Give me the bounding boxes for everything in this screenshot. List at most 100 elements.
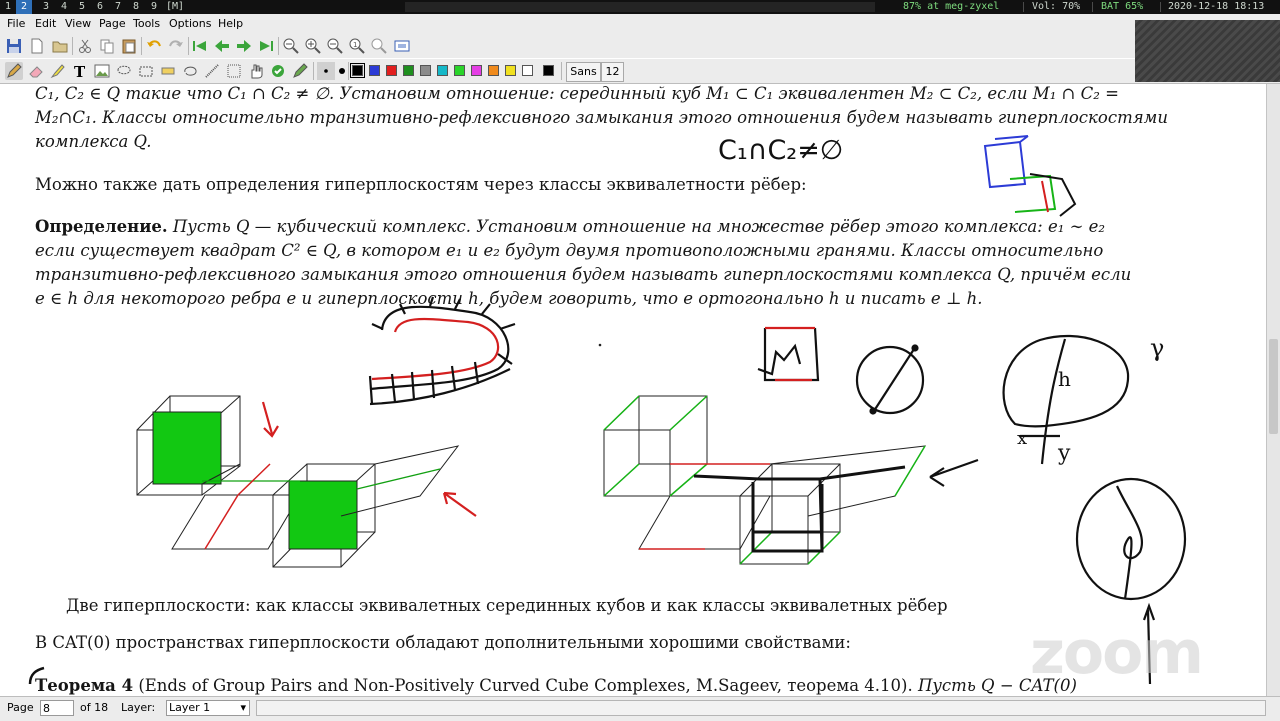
hand-tool-icon[interactable] <box>247 62 265 80</box>
toolbar-separator <box>313 62 314 80</box>
toolbar-separator <box>278 37 279 55</box>
color-swatch-red[interactable] <box>386 65 397 76</box>
image-tool-icon[interactable] <box>93 62 111 80</box>
red-hyperplane-line <box>204 494 239 550</box>
color-swatch-orange[interactable] <box>488 65 499 76</box>
document-canvas[interactable]: C₁, C₂ ∈ Q такие что C₁ ∩ C₂ ≠ ∅. Устано… <box>0 84 1266 696</box>
color-swatch-green[interactable] <box>403 65 414 76</box>
eraser-icon[interactable] <box>27 62 45 80</box>
zoom-fit-width-icon[interactable] <box>326 37 344 55</box>
main-toolbar: 1 <box>0 34 1280 58</box>
bottom-status-bar: Page 8 of 18 Layer: Layer 1 ▾ <box>0 696 1280 721</box>
black-arrow-left <box>929 458 979 487</box>
toolbar-separator <box>188 37 189 55</box>
toolbar-separator <box>348 62 349 80</box>
volume-indicator: Vol: 70% <box>1032 1 1081 12</box>
color-swatch-black[interactable] <box>350 63 365 78</box>
zoom-normal-icon[interactable]: 1 <box>348 37 366 55</box>
workspace-7[interactable]: 7 <box>110 0 126 14</box>
layer-select[interactable]: Layer 1 ▾ <box>166 700 250 716</box>
color-swatch-white[interactable] <box>522 65 533 76</box>
default-pen-icon[interactable] <box>269 62 287 80</box>
menu-options[interactable]: Options <box>167 14 213 34</box>
status-separator <box>1160 2 1161 12</box>
workspace-3[interactable]: 3 <box>38 0 54 14</box>
copy-icon[interactable] <box>98 37 116 55</box>
page-count-label: of 18 <box>80 701 109 714</box>
status-message-area <box>256 700 1266 716</box>
lasso-icon[interactable] <box>181 62 199 80</box>
figure-caption: Две гиперплоскости: как классы эквивалет… <box>66 596 948 615</box>
workspace-2[interactable]: 2 <box>16 0 32 14</box>
menu-file[interactable]: File <box>5 14 27 34</box>
handwritten-formula: C₁∩C₂≠∅ <box>718 135 843 166</box>
workspace-1[interactable]: 1 <box>0 0 16 14</box>
menu-help[interactable]: Help <box>216 14 245 34</box>
first-page-icon[interactable] <box>191 37 209 55</box>
menu-tools[interactable]: Tools <box>131 14 162 34</box>
color-swatch-yellow[interactable] <box>505 65 516 76</box>
menu-edit[interactable]: Edit <box>33 14 58 34</box>
fullscreen-icon[interactable] <box>393 37 411 55</box>
color-swatch-gray[interactable] <box>420 65 431 76</box>
small-cube-sketch <box>983 135 1077 217</box>
workspace-9[interactable]: 9 <box>146 0 162 14</box>
theorem-label: Теорема 4 <box>35 676 134 695</box>
color-swatch-magenta[interactable] <box>471 65 482 76</box>
green-edge-class <box>603 395 708 497</box>
text-tool-icon[interactable]: T <box>71 62 89 80</box>
open-folder-icon[interactable] <box>51 37 69 55</box>
previous-page-icon[interactable] <box>213 37 231 55</box>
redo-icon[interactable] <box>167 37 185 55</box>
chevron-down-icon: ▾ <box>240 701 246 714</box>
svg-text:1: 1 <box>353 41 357 49</box>
label-h: h <box>1058 367 1071 391</box>
workspace-4[interactable]: 4 <box>56 0 72 14</box>
page-number-spinner[interactable]: 8 <box>40 700 74 716</box>
scrollbar-thumb[interactable] <box>1269 339 1278 434</box>
workspace-8[interactable]: 8 <box>128 0 144 14</box>
highlighter-icon[interactable] <box>49 62 67 80</box>
color-swatch-blue[interactable] <box>369 65 380 76</box>
next-page-icon[interactable] <box>235 37 253 55</box>
vertical-space-icon[interactable] <box>159 62 177 80</box>
window-title-bar <box>405 2 875 12</box>
battery-indicator: BAT 65% <box>1101 1 1144 12</box>
new-document-icon[interactable] <box>28 37 46 55</box>
layout-indicator: [M] <box>166 1 185 12</box>
menu-page[interactable]: Page <box>97 14 128 34</box>
menu-view[interactable]: View <box>63 14 93 34</box>
system-status-bar: 1 2 3 4 5 6 7 8 9 [M] 87% at meg-zyxel V… <box>0 0 1280 14</box>
ruler-icon[interactable] <box>203 62 221 80</box>
zoom-in-icon[interactable] <box>304 37 322 55</box>
last-page-icon[interactable] <box>257 37 275 55</box>
shape-recognizer-icon[interactable] <box>225 62 243 80</box>
page-label: Page <box>7 701 34 714</box>
layer-label: Layer: <box>121 701 156 714</box>
undo-icon[interactable] <box>145 37 163 55</box>
pen-icon[interactable] <box>5 62 23 80</box>
font-size-button[interactable]: 12 <box>601 62 624 82</box>
drawing-toolbar: T Sans 12 <box>0 59 1280 84</box>
toolbar-separator <box>141 37 142 55</box>
cut-icon[interactable] <box>76 37 94 55</box>
color-swatch-lime[interactable] <box>454 65 465 76</box>
pen-settings-icon[interactable] <box>291 62 309 80</box>
video-thumbnail-overlay <box>1135 20 1280 82</box>
workspace-5[interactable]: 5 <box>74 0 90 14</box>
stray-dot <box>598 343 602 347</box>
select-rectangle-icon[interactable] <box>137 62 155 80</box>
font-name-button[interactable]: Sans <box>566 62 601 82</box>
save-icon[interactable] <box>5 37 23 55</box>
workspace-6[interactable]: 6 <box>92 0 108 14</box>
vertical-scrollbar[interactable] <box>1266 84 1280 696</box>
current-color-indicator[interactable] <box>543 65 554 76</box>
theorem-title: (Ends of Group Pairs and Non-Positively … <box>138 676 913 695</box>
zoom-out-icon[interactable] <box>282 37 300 55</box>
select-region-icon[interactable] <box>115 62 133 80</box>
color-swatch-cyan[interactable] <box>437 65 448 76</box>
zoom-custom-icon[interactable] <box>370 37 388 55</box>
circle-sketch <box>855 344 925 415</box>
load-indicator: 87% at meg-zyxel <box>903 1 1000 12</box>
paste-icon[interactable] <box>120 37 138 55</box>
